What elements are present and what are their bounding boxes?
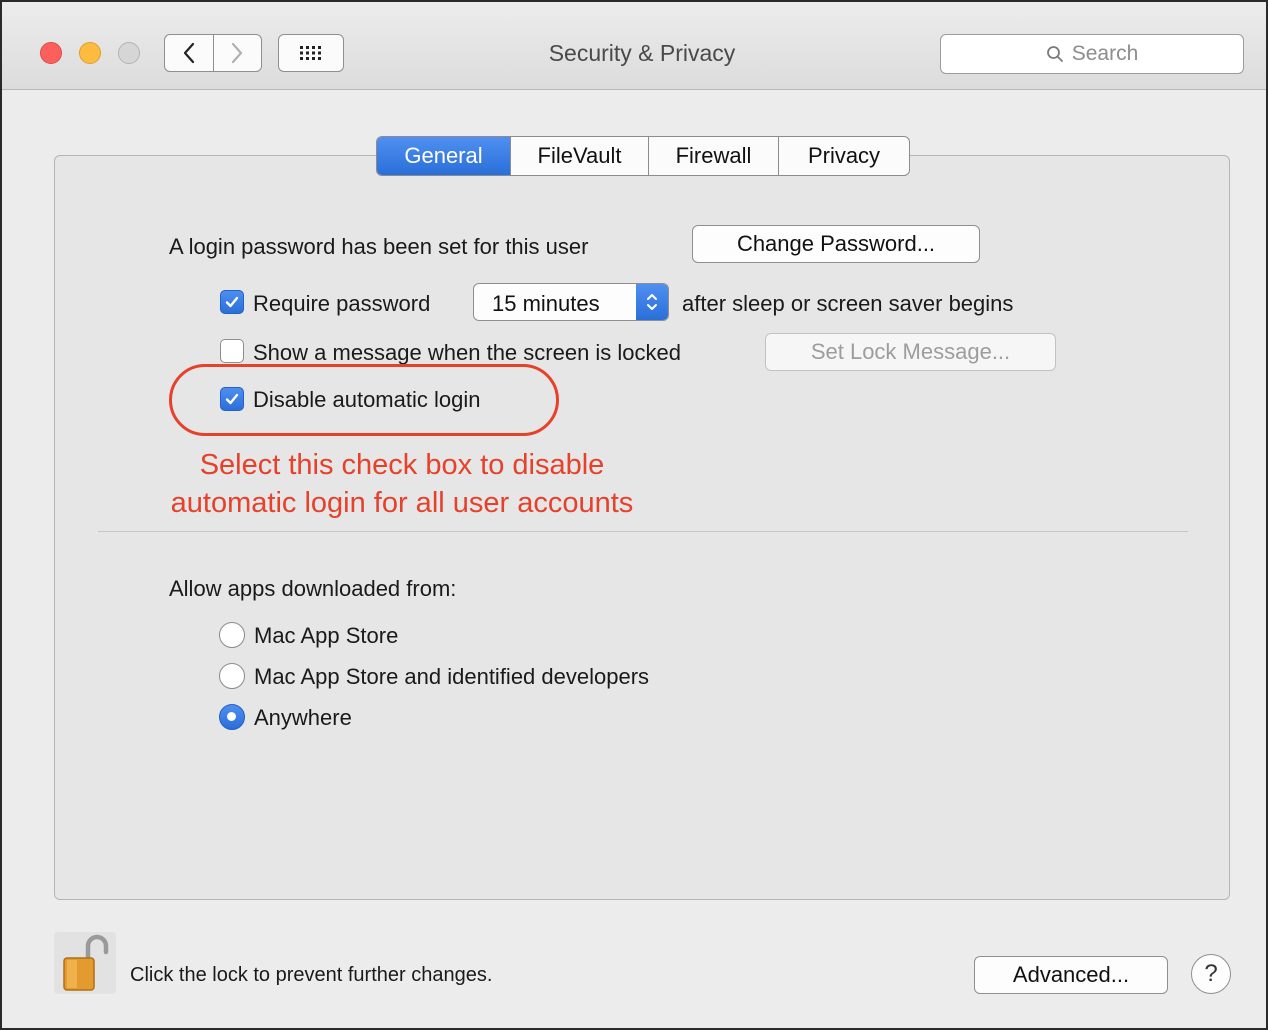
interval-value: 15 minutes [492,291,600,316]
search-placeholder: Search [1071,42,1139,65]
zoom-window-button[interactable] [118,42,140,64]
tab-firewall[interactable]: Firewall [649,137,779,175]
checkmark-icon [225,393,239,405]
radio-anywhere[interactable] [219,704,245,730]
chevron-left-icon [183,42,194,64]
show-all-button[interactable] [278,34,344,72]
set-lock-message-button[interactable]: Set Lock Message... [765,333,1056,371]
radio-mac-app-store-label: Mac App Store [254,623,399,648]
unlocked-lock-icon[interactable] [54,932,116,994]
grid-icon [300,46,321,60]
radio-identified-developers-label: Mac App Store and identified developers [254,664,650,689]
login-password-label: A login password has been set for this u… [169,234,589,259]
annotation-line-1: Select this check box to disable [199,449,605,481]
annotation-line-2: automatic login for all user accounts [170,487,634,519]
search-icon [1046,46,1063,62]
help-button[interactable]: ? [1191,954,1231,994]
minimize-window-button[interactable] [79,42,101,64]
require-password-checkbox[interactable] [220,290,244,314]
radio-identified-developers[interactable] [219,663,245,689]
disable-automatic-login-checkbox[interactable] [220,387,244,411]
require-password-interval-popup[interactable]: 15 minutes [473,283,669,321]
search-field[interactable]: Search [940,34,1244,74]
radio-mac-app-store[interactable] [219,622,245,648]
advanced-button[interactable]: Advanced... [974,956,1168,994]
back-forward-group [164,34,262,72]
help-icon: ? [1204,960,1218,987]
close-window-button[interactable] [40,42,62,64]
popup-stepper-icon [636,284,668,320]
lock-status-text: Click the lock to prevent further change… [130,964,493,986]
change-password-button[interactable]: Change Password... [692,225,980,263]
allow-apps-heading: Allow apps downloaded from: [169,576,457,601]
forward-button[interactable] [214,35,262,71]
title-bar: Security & Privacy Search [2,2,1266,90]
chevron-right-icon [232,42,243,64]
annotation-callout: Select this check box to disable automat… [122,446,682,522]
require-password-label: Require password [253,291,431,316]
show-message-label: Show a message when the screen is locked [253,340,682,365]
tab-privacy[interactable]: Privacy [779,137,909,175]
checkmark-icon [225,296,239,308]
require-password-suffix: after sleep or screen saver begins [682,291,1014,316]
radio-anywhere-label: Anywhere [254,705,352,730]
security-privacy-window: Security & Privacy Search General FileVa… [0,0,1268,1030]
back-button[interactable] [165,35,214,71]
section-divider [98,531,1188,532]
tab-general[interactable]: General [377,137,511,175]
tab-bar: General FileVault Firewall Privacy [376,136,910,176]
show-message-checkbox[interactable] [220,339,244,363]
tab-content-panel [54,155,1230,900]
window-title: Security & Privacy [548,40,736,66]
tab-filevault[interactable]: FileVault [511,137,649,175]
disable-automatic-login-label: Disable automatic login [253,387,481,412]
